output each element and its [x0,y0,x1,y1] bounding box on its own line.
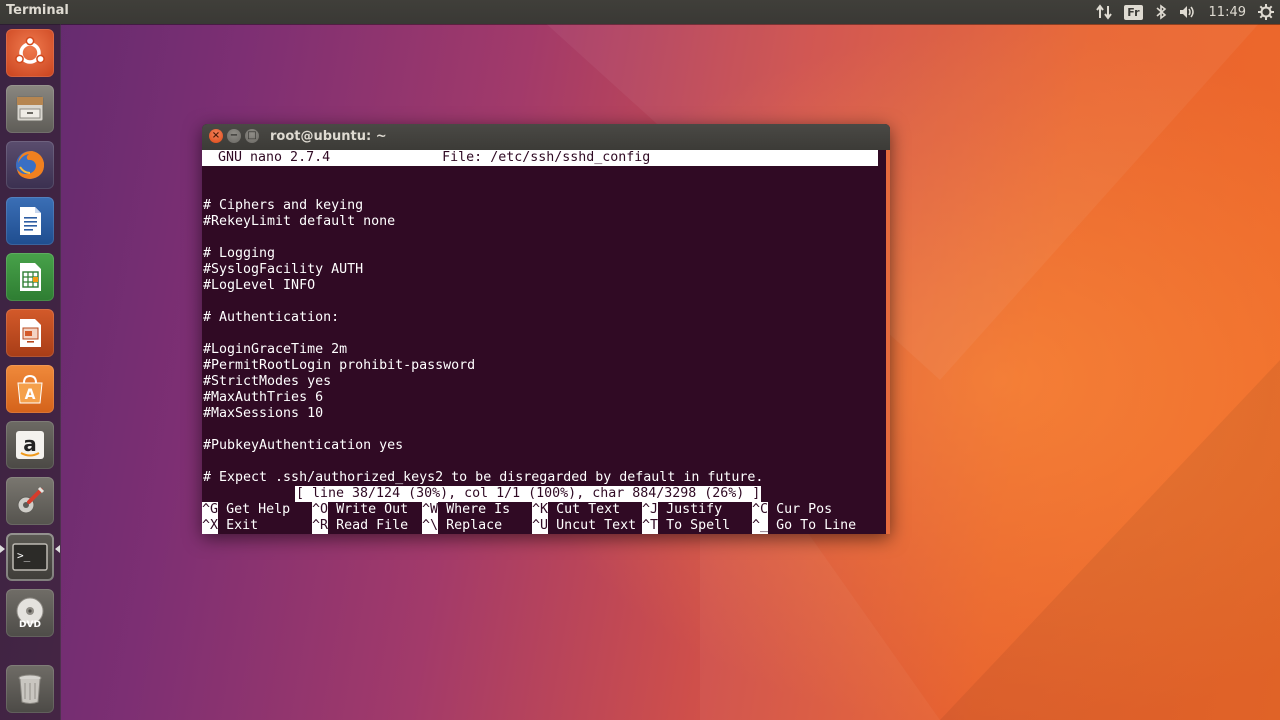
network-indicator[interactable] [1090,0,1118,24]
keyboard-layout-badge: Fr [1124,4,1143,20]
calc-spreadsheet-icon [20,263,41,291]
launcher-files[interactable] [6,85,54,133]
editor-line: #LoginGraceTime 2m [203,342,348,357]
shortcut-key[interactable]: ^U [532,518,549,534]
terminal-glyph: >_ [17,549,31,562]
active-app-title: Terminal [6,3,69,18]
launcher-terminal[interactable]: >_ [6,533,54,581]
launcher-trash[interactable] [6,665,54,713]
editor-line: #StrictModes yes [203,374,332,389]
speaker-volume-icon [1179,6,1194,18]
shortcut-label: Where Is [438,502,511,517]
ubuntu-logo-icon [15,36,45,64]
editor-line: #LogLevel INFO [203,278,316,293]
amazon-icon: a [16,431,44,459]
terminal-window[interactable]: × − □ root@ubuntu: ~ GNU nano 2.7.4 File… [202,124,890,534]
bluetooth-indicator[interactable] [1149,0,1173,24]
bluetooth-icon [1156,4,1166,20]
focused-indicator [55,545,60,553]
editor-line: #SyslogFacility AUTH [203,262,364,277]
shortcut-label: Uncut Text [548,518,637,533]
software-bag-icon: A [17,374,43,404]
launcher-libreoffice-calc[interactable] [6,253,54,301]
terminal-content[interactable]: GNU nano 2.7.4 File: /etc/ssh/sshd_confi… [202,150,890,534]
maximize-icon: □ [247,130,257,141]
launcher-dvd[interactable]: DVD [6,589,54,637]
shortcut-row-2: ^X Exit ^R Read File ^\ Replace ^U Uncut Te… [202,518,882,534]
launcher-system-settings[interactable] [6,477,54,525]
shortcut-label: Get Help [218,502,291,517]
editor-line: # Expect .ssh/authorized_keys2 to be dis… [203,470,764,485]
shortcut-key[interactable]: ^K [532,502,549,518]
amazon-glyph: a [23,432,37,456]
editor-line: #PermitRootLogin prohibit-password [203,358,476,373]
shortcut-key[interactable]: ^O [312,502,329,518]
window-title: root@ubuntu: ~ [270,129,387,144]
editor-line: #RekeyLimit default none [203,214,396,229]
shortcut-label: Replace [438,518,503,533]
launcher-ubuntu-software[interactable]: A [6,365,54,413]
shortcut-key[interactable]: ^T [642,518,659,534]
launcher-firefox[interactable] [6,141,54,189]
indicator-tray: Fr 11:49 [1090,0,1280,24]
shortcut-label: Cur Pos [768,502,833,517]
shortcut-label: Justify [658,502,723,517]
editor-line: #MaxAuthTries 6 [203,390,324,405]
launcher: A a >_ DVD [0,24,61,720]
terminal-prompt-icon: >_ [12,543,48,571]
shortcut-label: Cut Text [548,502,621,517]
firefox-icon [16,151,45,179]
sound-indicator[interactable] [1173,0,1203,24]
shortcut-key[interactable]: ^X [202,518,219,534]
dvd-label: DVD [19,620,41,630]
software-glyph: A [25,387,36,403]
shortcut-key[interactable]: ^G [202,502,219,518]
shortcut-key[interactable]: ^J [642,502,659,518]
editor-line: # Ciphers and keying [203,198,364,213]
editor-line: # Authentication: [203,310,340,325]
shortcut-label: Exit [218,518,259,533]
shortcut-key[interactable]: ^W [422,502,439,518]
session-menu[interactable] [1252,0,1280,24]
nano-header: GNU nano 2.7.4 File: /etc/ssh/sshd_confi… [202,150,878,166]
window-close-button[interactable]: × [209,129,223,143]
top-panel: Terminal Fr 11:49 [0,0,1280,24]
launcher-dash-home[interactable] [6,29,54,77]
minimize-icon: − [229,130,239,141]
impress-presentation-icon [20,319,41,347]
launcher-amazon[interactable]: a [6,421,54,469]
settings-wrench-icon [17,486,45,514]
gear-icon [1258,4,1274,20]
editor-line: #PubkeyAuthentication yes [203,438,404,453]
shortcut-label: Write Out [328,502,409,517]
network-arrows-icon [1096,4,1113,20]
shortcut-label: Go To Line [768,518,857,533]
window-minimize-button[interactable]: − [227,129,241,143]
window-scrollbar[interactable] [886,150,890,534]
wallpaper-facet [940,360,1280,720]
shortcut-key[interactable]: ^R [312,518,329,534]
shortcut-key[interactable]: ^C [752,502,769,518]
keyboard-layout-indicator[interactable]: Fr [1118,0,1148,24]
clock[interactable]: 11:49 [1203,0,1252,24]
close-icon: × [211,130,221,141]
shortcut-label: To Spell [658,518,731,533]
nano-status-bar: [ line 38/124 (30%), col 1/1 (100%), cha… [295,486,762,502]
window-maximize-button[interactable]: □ [245,129,259,143]
shortcut-key[interactable]: ^_ [752,518,769,534]
shortcut-label: Read File [328,518,409,533]
launcher-libreoffice-writer[interactable] [6,197,54,245]
dvd-disc-icon: DVD [16,597,44,630]
running-indicator [0,545,5,553]
shortcut-key[interactable]: ^\ [422,518,439,534]
shortcut-row-1: ^G Get Help ^O Write Out ^W Where Is ^K Cut… [202,502,882,518]
file-cabinet-icon [16,96,44,122]
editor-line: # Logging [203,246,276,261]
trash-icon [18,674,42,704]
window-titlebar[interactable]: × − □ root@ubuntu: ~ [202,124,890,150]
launcher-libreoffice-impress[interactable] [6,309,54,357]
writer-document-icon [20,207,41,235]
editor-line: #MaxSessions 10 [203,406,324,421]
